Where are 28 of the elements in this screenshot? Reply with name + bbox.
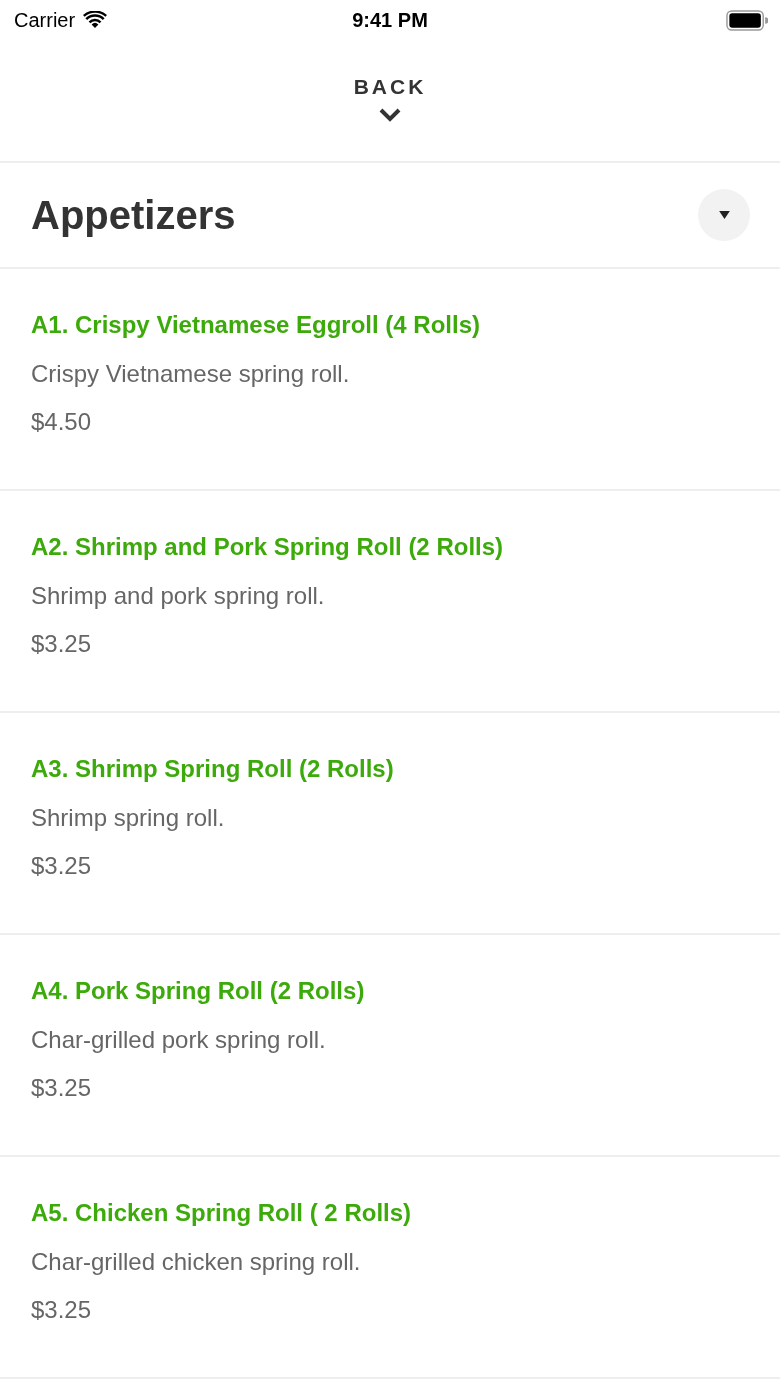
battery-icon (726, 9, 768, 31)
menu-item[interactable]: A2. Shrimp and Pork Spring Roll (2 Rolls) Shrimp and pork spring roll. $3.25 (0, 491, 780, 713)
item-price: $4.50 (31, 407, 93, 437)
chevron-down-icon[interactable] (379, 108, 401, 122)
menu-item[interactable]: A3. Shrimp Spring Roll (2 Rolls) Shrimp spring roll. $3.25 (0, 713, 780, 935)
item-name: A5. Chicken Spring Roll ( 2 Rolls) (31, 1198, 413, 1228)
back-button[interactable]: BACK (353, 74, 427, 100)
wifi-icon (83, 11, 108, 29)
status-time: 9:41 PM (352, 8, 428, 32)
item-description: Crispy Vietnamese spring roll. (31, 359, 351, 389)
item-description: Char-grilled chicken spring roll. (31, 1247, 362, 1277)
item-name: A1. Crispy Vietnamese Eggroll (4 Rolls) (31, 310, 482, 340)
item-name: A4. Pork Spring Roll (2 Rolls) (31, 976, 366, 1006)
menu-item[interactable]: A5. Chicken Spring Roll ( 2 Rolls) Char-grilled chicken spring roll. $3.25 (0, 1157, 780, 1379)
item-price: $3.25 (31, 629, 93, 659)
item-price: $3.25 (31, 1295, 93, 1325)
menu-item[interactable]: A4. Pork Spring Roll (2 Rolls) Char-grilled pork spring roll. $3.25 (0, 935, 780, 1157)
section-title: Appetizers (31, 192, 236, 238)
carrier-name: Carrier (14, 8, 76, 32)
item-price: $3.25 (31, 851, 93, 881)
menu-item[interactable]: A1. Crispy Vietnamese Eggroll (4 Rolls) Crispy Vietnamese spring roll. $4.50 (0, 269, 780, 491)
item-description: Char-grilled pork spring roll. (31, 1025, 327, 1055)
item-name: A2. Shrimp and Pork Spring Roll (2 Rolls) (31, 532, 505, 562)
item-name: A3. Shrimp Spring Roll (2 Rolls) (31, 754, 395, 784)
item-description: Shrimp and pork spring roll. (31, 581, 326, 611)
dropdown-triangle-icon (718, 211, 730, 219)
item-price: $3.25 (31, 1073, 93, 1103)
item-description: Shrimp spring roll. (31, 803, 226, 833)
